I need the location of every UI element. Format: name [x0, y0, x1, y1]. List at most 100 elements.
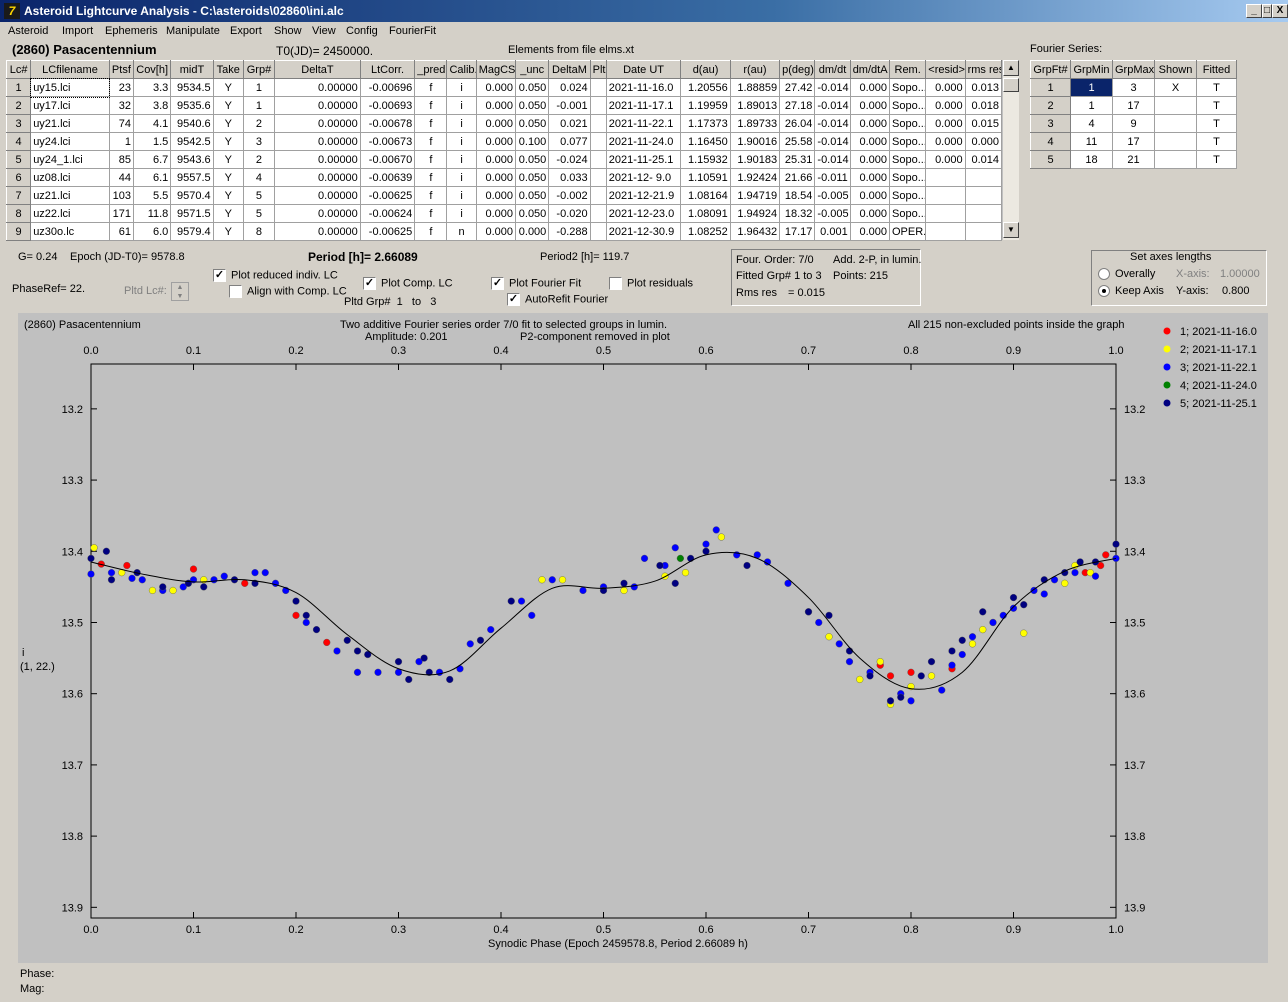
- lc-table-cell[interactable]: 0.050: [515, 168, 550, 187]
- lc-table-cell[interactable]: f: [414, 78, 448, 97]
- lc-table-cell[interactable]: uy15.lci: [29, 77, 111, 98]
- lc-table-cell[interactable]: 1.08164: [680, 186, 731, 205]
- lc-header-cell[interactable]: Calib.: [446, 60, 477, 79]
- lc-table-cell[interactable]: i: [446, 204, 477, 223]
- lc-table-cell[interactable]: 0.018: [964, 96, 1003, 115]
- lc-table-cell[interactable]: 4.1: [132, 114, 172, 133]
- lc-table-cell[interactable]: 0.000: [475, 132, 517, 151]
- lc-table-cell[interactable]: uy21.lci: [30, 114, 110, 133]
- lc-table-row[interactable]: 1 uy15.lci 23 3.3 9534.5 Y 1 0.00000 -0.00696 f i 0…: [5, 77, 1003, 98]
- fourier-table-cell[interactable]: 17: [1112, 132, 1155, 151]
- lc-table-cell[interactable]: i: [446, 168, 477, 187]
- lc-table-cell[interactable]: -0.00625: [359, 222, 416, 241]
- lc-table-cell[interactable]: n: [446, 222, 477, 241]
- lc-table-cell[interactable]: 0.000: [925, 150, 966, 169]
- lc-table-cell[interactable]: 2021-11-17.1: [605, 96, 682, 115]
- lc-table-cell[interactable]: Sopo...: [888, 96, 927, 115]
- lc-table-cell[interactable]: 18.32: [779, 204, 816, 223]
- lc-table-cell[interactable]: 1: [242, 96, 276, 115]
- lc-table-cell[interactable]: 0.015: [964, 114, 1003, 133]
- lc-table-cell[interactable]: f: [414, 222, 448, 241]
- lc-table-cell[interactable]: f: [414, 96, 448, 115]
- lc-table-cell[interactable]: 0.000: [475, 186, 517, 205]
- lc-table-cell[interactable]: 0.000: [475, 150, 517, 169]
- plot-fourier-checkbox[interactable]: ✓ Plot Fourier Fit: [491, 277, 581, 290]
- lc-header-cell[interactable]: Lc#: [5, 60, 32, 79]
- lc-table-cell[interactable]: 0.00000: [274, 96, 361, 115]
- fourier-table-cell[interactable]: 21: [1112, 150, 1155, 169]
- lc-table-row[interactable]: 5 uy24_1.lci 85 6.7 9543.6 Y 2 0.00000 -0.00670 f…: [5, 150, 1003, 169]
- lc-table-cell[interactable]: 3.8: [132, 96, 172, 115]
- scroll-down-button[interactable]: ▼: [1003, 222, 1019, 238]
- lc-header-cell[interactable]: Rem.: [888, 60, 927, 79]
- lc-table-cell[interactable]: [925, 222, 966, 241]
- lc-table-cell[interactable]: 23: [108, 78, 135, 97]
- lc-table-cell[interactable]: 0.000: [475, 78, 517, 97]
- lc-table-cell[interactable]: Y: [212, 168, 244, 187]
- lc-table-cell[interactable]: 1: [108, 132, 135, 151]
- lc-table-cell[interactable]: 0.000: [849, 132, 891, 151]
- lc-header-cell[interactable]: Date UT: [605, 60, 682, 79]
- lc-table-cell[interactable]: 5.5: [132, 186, 172, 205]
- lc-table-cell[interactable]: 0.014: [964, 150, 1003, 169]
- lc-table-cell[interactable]: 1: [242, 78, 276, 97]
- lc-table-row[interactable]: 2 uy17.lci 32 3.8 9535.6 Y 1 0.00000 -0.00693 f i 0…: [5, 96, 1003, 115]
- lc-table-cell[interactable]: 1.89013: [729, 96, 781, 115]
- menu-show[interactable]: Show: [274, 25, 302, 37]
- lc-table-cell[interactable]: 0.000: [475, 222, 517, 241]
- lc-table-cell[interactable]: 0.00000: [274, 114, 361, 133]
- lc-table-cell[interactable]: [589, 168, 607, 187]
- lc-table-cell[interactable]: [925, 168, 966, 187]
- lc-table-cell[interactable]: 1.10591: [680, 168, 731, 187]
- fourier-row-number[interactable]: 3: [1030, 114, 1071, 133]
- lc-table-cell[interactable]: Y: [212, 204, 244, 223]
- lc-table-cell[interactable]: OPER.: [888, 222, 927, 241]
- lc-table-row[interactable]: 4 uy24.lci 1 1.5 9542.5 Y 3 0.00000 -0.00673 f i 0.…: [5, 132, 1003, 151]
- lc-table-cell[interactable]: 5: [242, 204, 276, 223]
- fourier-table-cell[interactable]: 11: [1070, 132, 1113, 151]
- lc-table-cell[interactable]: 1.19959: [680, 96, 731, 115]
- menu-manipulate[interactable]: Manipulate: [166, 25, 220, 37]
- lc-table-cell[interactable]: Y: [212, 78, 244, 97]
- lc-table-cell[interactable]: [589, 150, 607, 169]
- lc-table-cell[interactable]: -0.005: [814, 186, 851, 205]
- lc-table-cell[interactable]: uy24.lci: [30, 132, 110, 151]
- lc-table-cell[interactable]: 0.001: [814, 222, 851, 241]
- fourier-table-cell[interactable]: 3: [1112, 78, 1155, 97]
- lc-header-cell[interactable]: DeltaM: [548, 60, 591, 79]
- lc-table-cell[interactable]: 1.90183: [729, 150, 781, 169]
- lc-table-cell[interactable]: 1.08091: [680, 204, 731, 223]
- lc-header-cell[interactable]: dm/dtA: [849, 60, 891, 79]
- lc-table-cell[interactable]: 27.42: [779, 78, 816, 97]
- lc-table-cell[interactable]: 0.000: [925, 96, 966, 115]
- lc-table-cell[interactable]: 6.7: [132, 150, 172, 169]
- lc-table-cell[interactable]: 9571.5: [170, 204, 214, 223]
- lc-header-cell[interactable]: Cov[h]: [132, 60, 172, 79]
- fourier-header-cell[interactable]: GrpMax: [1112, 60, 1155, 79]
- lc-table-cell[interactable]: -0.00625: [359, 186, 416, 205]
- lc-table-cell[interactable]: i: [446, 114, 477, 133]
- lc-table-cell[interactable]: 2021-12-21.9: [605, 186, 682, 205]
- lc-table-cell[interactable]: [964, 168, 1003, 187]
- lc-table-cell[interactable]: 2021-12-23.0: [605, 204, 682, 223]
- lc-table-cell[interactable]: 25.31: [779, 150, 816, 169]
- fourier-row-number[interactable]: 5: [1030, 150, 1071, 169]
- lc-table-cell[interactable]: i: [446, 150, 477, 169]
- lc-table-cell[interactable]: 1.5: [132, 132, 172, 151]
- fourier-header-cell[interactable]: Fitted: [1196, 60, 1237, 79]
- lc-table-row[interactable]: 3 uy21.lci 74 4.1 9540.6 Y 2 0.00000 -0.00678 f i 0…: [5, 114, 1003, 133]
- lc-table-cell[interactable]: 0.00000: [274, 150, 361, 169]
- lc-table-cell[interactable]: 74: [108, 114, 135, 133]
- lc-table-cell[interactable]: uy17.lci: [30, 96, 110, 115]
- menu-config[interactable]: Config: [346, 25, 378, 37]
- lc-table-cell[interactable]: 1.94924: [729, 204, 781, 223]
- lc-table-cell[interactable]: 171: [108, 204, 135, 223]
- lc-table-cell[interactable]: 0.100: [515, 132, 550, 151]
- fourier-table-cell[interactable]: T: [1196, 114, 1237, 133]
- plot-residuals-checkbox[interactable]: Plot residuals: [609, 277, 693, 290]
- lc-table-cell[interactable]: uz30o.lc: [30, 222, 110, 241]
- lc-header-cell[interactable]: Plt: [589, 60, 607, 79]
- lc-table-cell[interactable]: -0.001: [548, 96, 591, 115]
- lc-header-cell[interactable]: dm/dt: [814, 60, 851, 79]
- lc-table-cell[interactable]: 0.050: [515, 114, 550, 133]
